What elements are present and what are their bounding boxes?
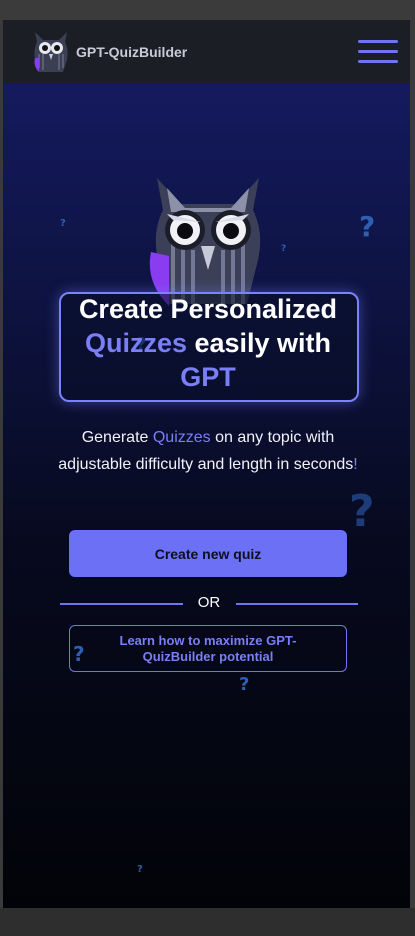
owl-logo-icon[interactable]: [29, 28, 73, 76]
question-mark-icon: ?: [281, 244, 287, 254]
question-mark-icon: ?: [349, 486, 375, 537]
divider-line-right: [236, 603, 358, 605]
hamburger-menu-icon[interactable]: [358, 38, 400, 66]
hero-section: ? ? ? ? ? ? ? ? Create: [3, 84, 410, 908]
headline-line-3: GPT: [180, 362, 236, 392]
window-top-strip: [0, 0, 415, 20]
learn-more-button[interactable]: Learn how to maximize GPT-QuizBuilder po…: [69, 625, 347, 672]
question-mark-icon: ?: [137, 864, 143, 875]
brand-name[interactable]: GPT-QuizBuilder: [76, 44, 187, 60]
headline-line-2-rest: easily with: [186, 328, 332, 358]
app-header: GPT-QuizBuilder: [3, 20, 410, 84]
question-mark-icon: ?: [239, 674, 250, 695]
question-mark-icon: ?: [60, 218, 66, 229]
window-bottom-strip: [0, 908, 415, 936]
page-title: Create Personalized Quizzes easily with …: [53, 292, 363, 394]
headline-accent: Quizzes: [84, 328, 187, 358]
owl-mascot-icon: [143, 178, 273, 308]
hero-subtitle: Generate Quizzes on any topic with adjus…: [48, 424, 368, 478]
or-divider: OR: [60, 592, 358, 614]
subtitle-accent: Quizzes: [152, 429, 211, 446]
create-new-quiz-button[interactable]: Create new quiz: [69, 530, 347, 577]
subtitle-part-1: Generate: [81, 429, 153, 446]
headline-line-2: Quizzes easily with: [53, 326, 363, 360]
app-frame: GPT-QuizBuilder ? ? ? ? ? ? ? ?: [3, 20, 410, 908]
headline-line-1: Create Personalized: [78, 294, 338, 324]
subtitle-end: !: [353, 456, 358, 473]
question-mark-icon: ?: [359, 210, 376, 243]
